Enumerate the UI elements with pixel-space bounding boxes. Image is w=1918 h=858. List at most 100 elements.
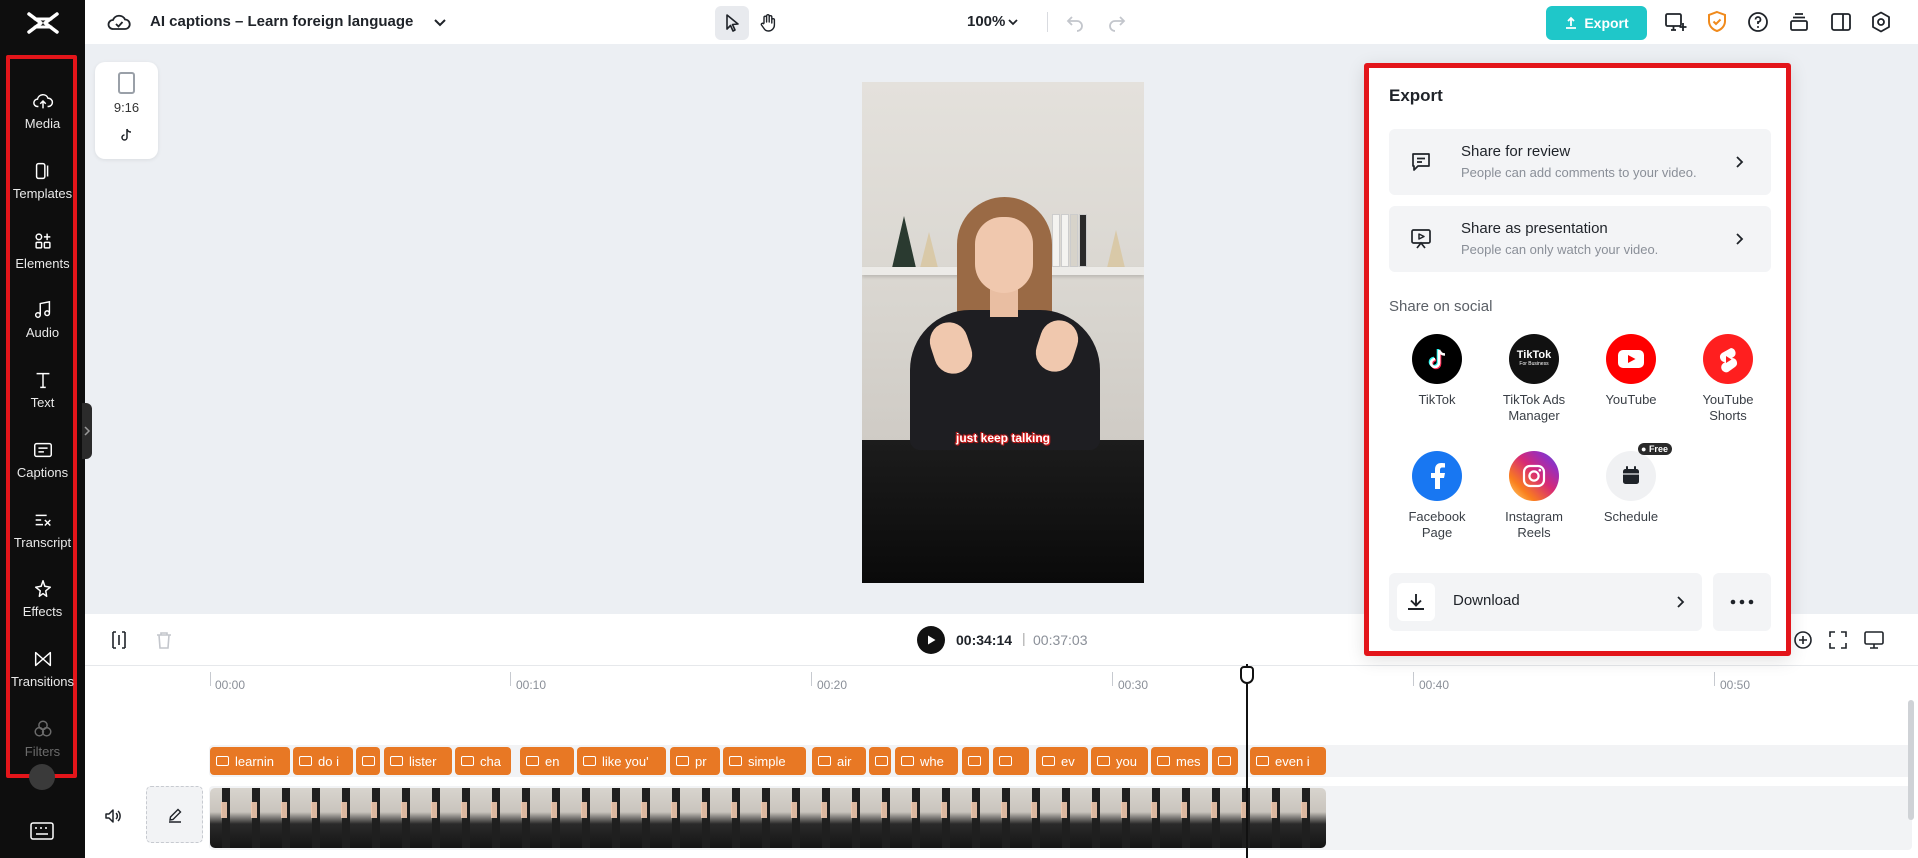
total-time: 00:37:03 [1033, 632, 1088, 648]
rail-item-filters[interactable]: Filters [0, 710, 85, 772]
playhead-handle[interactable] [1240, 666, 1254, 684]
panel-collapse-handle[interactable] [82, 403, 92, 459]
video-preview[interactable]: just keep talking [862, 82, 1144, 583]
social-youtube-shorts[interactable]: YouTube Shorts [1680, 334, 1776, 424]
rail-item-effects[interactable]: Effects [0, 570, 85, 632]
caption-clip[interactable] [1212, 747, 1238, 775]
export-button[interactable]: Export [1546, 6, 1647, 40]
social-facebook-page[interactable]: Facebook Page [1389, 451, 1485, 541]
select-tool-button[interactable] [715, 6, 749, 40]
caption-clip[interactable] [869, 747, 891, 775]
caption-clip[interactable]: simple [723, 747, 806, 775]
hand-tool-button[interactable] [751, 6, 785, 40]
caption-clip[interactable] [993, 747, 1029, 775]
caption-clip[interactable]: like you' [577, 747, 666, 775]
aspect-ratio-card[interactable]: 9:16 [95, 62, 158, 159]
caption-clip[interactable] [356, 747, 380, 775]
social-name: TikTok [1418, 392, 1456, 407]
rail-item-audio[interactable]: Audio [0, 291, 85, 353]
caption-clip[interactable]: ev [1036, 747, 1088, 775]
ruler-tick [1714, 672, 1715, 686]
share-as-presentation-option[interactable]: Share as presentation People can only wa… [1389, 206, 1771, 272]
caption-clip[interactable]: whe [895, 747, 958, 775]
caption-clip-text: you [1116, 753, 1137, 769]
settings-gear-icon[interactable] [1869, 10, 1893, 34]
rail-label-media: Media [24, 116, 61, 131]
caption-clip[interactable]: cha [455, 747, 511, 775]
caption-clip[interactable]: you [1091, 747, 1148, 775]
comment-icon [1412, 153, 1430, 171]
social-schedule[interactable]: ● Free Schedule [1583, 443, 1679, 525]
zoom-in-icon[interactable] [1792, 629, 1814, 651]
rail-item-transitions[interactable]: Transitions [0, 640, 85, 702]
help-icon[interactable] [1746, 10, 1770, 34]
stack-icon[interactable] [1787, 10, 1811, 34]
zoom-chevron-down-icon[interactable] [1007, 16, 1019, 28]
chevron-right-icon [1677, 596, 1685, 608]
edit-cover-button[interactable] [146, 786, 203, 843]
caption-clip[interactable]: do i [293, 747, 353, 775]
timeline[interactable]: 00:00 00:10 00:20 00:30 00:40 00:50 lear… [85, 666, 1918, 858]
caption-clip-icon [1218, 756, 1231, 766]
panel-layout-icon[interactable] [1829, 10, 1853, 34]
caption-clip[interactable]: air [812, 747, 866, 775]
fullscreen-icon[interactable] [1827, 629, 1849, 651]
cloud-sync-icon[interactable] [107, 11, 131, 33]
play-button[interactable] [917, 626, 945, 654]
tiktok-small-icon [121, 128, 132, 141]
timeline-scrollbar[interactable] [1908, 700, 1914, 820]
social-name: Schedule [1603, 509, 1659, 524]
rail-item-transcript[interactable]: Transcript [0, 501, 85, 563]
rail-item-templates[interactable]: Templates [0, 152, 85, 214]
volume-icon[interactable] [103, 806, 123, 826]
social-tiktok-ads-manager[interactable]: TikTok For Business TikTok Ads Manager [1486, 334, 1582, 424]
video-clip[interactable] [210, 788, 1326, 848]
caption-clip[interactable] [962, 747, 989, 775]
ruler-tick [811, 672, 812, 686]
redo-icon[interactable] [1105, 10, 1129, 34]
ruler-label: 00:30 [1118, 678, 1149, 692]
chevron-down-icon[interactable] [432, 14, 448, 30]
keyboard-icon[interactable] [30, 822, 54, 840]
undo-icon[interactable] [1063, 10, 1087, 34]
caption-clip[interactable]: en [520, 747, 574, 775]
rail-more-dot[interactable] [29, 764, 55, 790]
caption-clip-icon [818, 756, 831, 766]
delete-trash-icon[interactable] [153, 629, 175, 651]
zoom-level[interactable]: 100% [967, 13, 1005, 30]
rail-item-captions[interactable]: Captions [0, 431, 85, 493]
present-screen-icon[interactable] [1663, 10, 1687, 34]
elements-icon [34, 233, 51, 249]
export-upload-icon [1566, 16, 1577, 29]
caption-clip[interactable]: learnin [210, 747, 290, 775]
shield-icon[interactable] [1705, 10, 1729, 34]
caption-clip-text: cha [480, 753, 501, 769]
caption-clip[interactable]: lister [384, 747, 452, 775]
caption-clip[interactable]: pr [670, 747, 720, 775]
caption-clip-icon [729, 756, 742, 766]
rail-item-media[interactable]: Media [0, 82, 85, 144]
rail-item-text[interactable]: Text [0, 361, 85, 423]
filters-icon [33, 720, 52, 737]
project-title[interactable]: AI captions – Learn foreign language [150, 13, 413, 30]
social-youtube[interactable]: YouTube [1583, 334, 1679, 408]
share-on-social-label: Share on social [1389, 298, 1493, 315]
playhead[interactable] [1246, 664, 1248, 858]
video-caption-overlay[interactable]: just keep talking [862, 431, 1144, 445]
caption-clip[interactable]: mes [1151, 747, 1208, 775]
share-for-review-option[interactable]: Share for review People can add comments… [1389, 129, 1771, 195]
capcut-logo-icon[interactable] [26, 10, 60, 36]
more-options-button[interactable] [1713, 573, 1771, 631]
download-option[interactable]: Download [1389, 573, 1702, 631]
rail-item-elements[interactable]: Elements [0, 222, 85, 284]
rail-label-filters: Filters [24, 744, 61, 759]
social-tiktok[interactable]: TikTok [1389, 334, 1485, 408]
preview-monitor-icon[interactable] [1863, 629, 1885, 651]
caption-clip[interactable]: even i [1250, 747, 1326, 775]
caption-clip-icon [526, 756, 539, 766]
ruler-tick [510, 672, 511, 686]
social-instagram-reels[interactable]: Instagram Reels [1486, 451, 1582, 541]
caption-clip-icon [968, 756, 981, 766]
rail-label-audio: Audio [25, 325, 60, 340]
split-icon[interactable] [108, 629, 130, 651]
